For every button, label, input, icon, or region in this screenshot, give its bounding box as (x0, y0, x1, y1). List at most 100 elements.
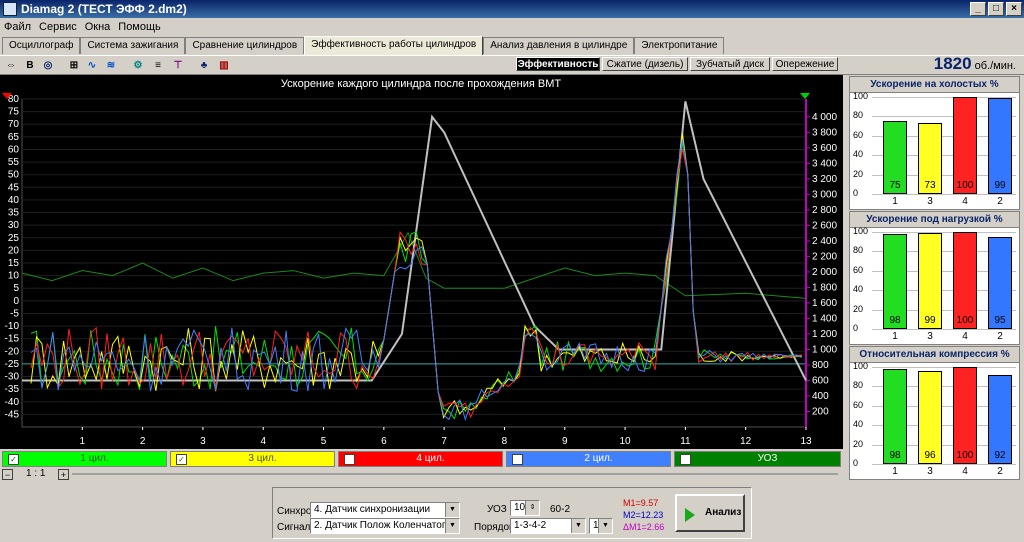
checkbox[interactable]: ✓ (344, 454, 355, 465)
legend-uoz[interactable]: ✓ УОЗ (674, 451, 841, 467)
subtab-efficiency[interactable]: Эффективность (516, 57, 600, 71)
title-bar: Diamag 2 (ТЕСТ ЭФФ 2.dm2) _ □ × (0, 0, 1024, 18)
subtab-toothed-disk[interactable]: Зубчатый диск (690, 57, 770, 71)
checkbox[interactable]: ✓ (680, 454, 691, 465)
scale-bar: − 1 : 1 + (0, 467, 843, 481)
filter-icon[interactable]: ⊤ (170, 58, 186, 73)
stepper-arrows-icon[interactable]: ⇕ (525, 501, 539, 515)
toolbar: ⇔ B ◎ ⊞ ∿ ≋ ⚙ ≡ ⊤ ♣ ▥ (0, 55, 1024, 75)
tool-icon[interactable]: ♣ (196, 58, 212, 73)
y-left-tick-label: 75 (8, 107, 20, 118)
x-tick-label: 8 (502, 436, 508, 447)
order-label: Порядок (474, 522, 514, 533)
x-tick-label: 2 (140, 436, 146, 447)
chevron-down-icon[interactable]: ▼ (445, 519, 459, 533)
legend-label: 1 цил. (80, 453, 109, 464)
chevron-down-icon[interactable]: ▼ (571, 519, 585, 533)
y-left-tick-label: 50 (8, 170, 20, 181)
legend-cyl-4[interactable]: ✓ 4 цил. (338, 451, 503, 467)
tab-ignition[interactable]: Система зажигания (80, 37, 186, 54)
y-right-tick-label: 800 (812, 360, 829, 371)
ruler-icon[interactable]: ⇔ (3, 58, 19, 73)
panel-grid-line (872, 464, 1016, 465)
window-title: Diamag 2 (ТЕСТ ЭФФ 2.dm2) (21, 2, 187, 16)
right-marker-icon[interactable] (800, 93, 810, 99)
bold-b-icon[interactable]: B (22, 58, 38, 73)
tab-power-supply[interactable]: Электропитание (634, 37, 725, 54)
zoom-out-icon[interactable]: − (2, 469, 13, 480)
panel-tick-label: 40 (853, 149, 864, 160)
y-left-tick-label: -35 (5, 384, 20, 395)
legend-cyl-2[interactable]: ✓ 2 цил. (506, 451, 671, 467)
panel-tick-label: 0 (853, 323, 859, 333)
y-right-tick-label: 1 200 (812, 329, 837, 340)
legend-cyl-3[interactable]: ✓ 3 цил. (170, 451, 335, 467)
panel-tick-label: 60 (853, 399, 864, 410)
teeth-value: 60-2 (550, 504, 571, 515)
y-left-tick-label: 45 (8, 182, 20, 193)
bars-icon[interactable]: ▥ (216, 58, 232, 73)
chevron-down-icon[interactable]: ▼ (598, 519, 612, 533)
signal-value: 2. Датчик Полож Коленчатого Вал (314, 520, 460, 531)
checkbox[interactable]: ✓ (176, 454, 187, 465)
y-right-tick-label: 3 200 (812, 174, 837, 185)
y-right-tick-label: 3 400 (812, 158, 837, 169)
menu-help[interactable]: Помощь (118, 21, 161, 33)
wave-multi-icon[interactable]: ≋ (103, 58, 119, 73)
list-icon[interactable]: ≡ (150, 58, 166, 73)
wave-icon[interactable]: ∿ (84, 58, 100, 73)
y-left-tick-label: 5 (13, 283, 19, 294)
zoom-in-icon[interactable]: + (58, 469, 69, 480)
scope-icon[interactable]: ◎ (40, 58, 56, 73)
checkbox[interactable]: ✓ (512, 454, 523, 465)
panel-tick-label: 60 (853, 264, 864, 275)
checkbox[interactable]: ✓ (8, 454, 19, 465)
y-right-tick-label: 2 600 (812, 220, 837, 231)
order-extra-select[interactable]: 1 ▼ (589, 518, 613, 534)
minimize-button[interactable]: _ (970, 2, 986, 16)
gear-icon[interactable]: ⚙ (130, 58, 146, 73)
bar-cylinder-label: 3 (927, 196, 933, 207)
menu-file[interactable]: Файл (4, 21, 31, 33)
chevron-down-icon[interactable]: ▼ (445, 503, 459, 517)
tab-cylinder-efficiency[interactable]: Эффективность работы цилиндров (304, 36, 484, 55)
y-left-tick-label: 55 (8, 157, 20, 168)
subtab-compression-diesel[interactable]: Сжатие (дизель) (602, 57, 688, 71)
scrollbar[interactable] (72, 473, 838, 475)
y-right-tick-label: 3 600 (812, 143, 837, 154)
measure-icon[interactable]: ⊞ (66, 58, 82, 73)
uoz-label: УОЗ (487, 504, 507, 515)
efficiency-chart[interactable]: Ускорение каждого цилиндра после прохожд… (0, 75, 843, 449)
close-button[interactable]: × (1006, 2, 1022, 16)
series-cyl-2-line (30, 139, 803, 422)
panel-tick-label: 0 (853, 458, 859, 468)
menu-windows[interactable]: Окна (85, 21, 111, 33)
panel-tick-label: 40 (853, 284, 864, 295)
analyze-button[interactable]: Анализ (675, 494, 745, 532)
panel-relative-compression: Относительная компрессия % 100 80 60 40 20 0 9… (849, 346, 1020, 480)
x-tick-label: 13 (800, 436, 812, 447)
subtab-advance[interactable]: Опережение (772, 57, 838, 71)
maximize-button[interactable]: □ (988, 2, 1004, 16)
y-left-tick-label: -40 (5, 397, 20, 408)
bar-cylinder-label: 1 (892, 196, 898, 207)
order-select[interactable]: 1-3-4-2 ▼ (510, 518, 586, 534)
panel-tick-label: 0 (853, 188, 859, 198)
signal-select[interactable]: 2. Датчик Полож Коленчатого Вал ▼ (310, 518, 460, 534)
y-left-tick-label: -5 (10, 308, 19, 319)
tab-oscilloscope[interactable]: Осциллограф (2, 37, 81, 54)
tab-pressure-analysis[interactable]: Анализ давления в цилиндре (483, 37, 635, 54)
bar-value: 100 (956, 315, 974, 326)
sync-label: Синхро: (277, 506, 315, 517)
uoz-stepper[interactable]: 10 ⇕ (510, 500, 540, 516)
menu-service[interactable]: Сервис (39, 21, 77, 33)
panel-tick-label: 40 (853, 419, 864, 430)
menu-bar: Файл Сервис Окна Помощь (0, 18, 1024, 36)
rpm-unit: об./мин. (974, 60, 1016, 72)
tab-cylinder-compare[interactable]: Сравнение цилиндров (185, 37, 305, 54)
legend-cyl-1[interactable]: ✓ 1 цил. (2, 451, 167, 467)
bar-value: 95 (994, 315, 1006, 326)
sync-select[interactable]: 4. Датчик синхронизации ▼ (310, 502, 460, 518)
sync-value: 4. Датчик синхронизации (314, 504, 431, 515)
panel-tick-label: 60 (853, 129, 864, 140)
